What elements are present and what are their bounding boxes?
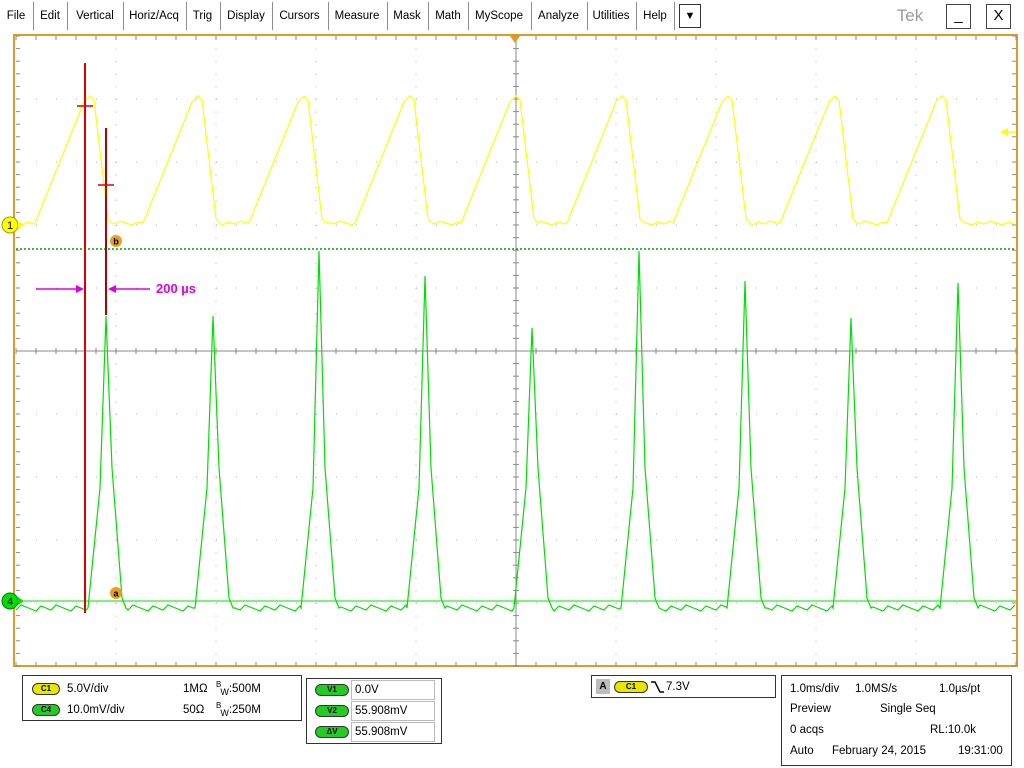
- menu-horiz-acq[interactable]: Horiz/Acq: [124, 0, 184, 33]
- c4-impedance: 50Ω: [183, 704, 205, 716]
- falling-edge-icon: [651, 681, 664, 693]
- run-mode: Single Seq: [880, 703, 936, 715]
- menu-math[interactable]: Math: [429, 0, 467, 33]
- menu-utilities[interactable]: Utilities: [588, 0, 634, 33]
- menu-help[interactable]: Help: [637, 0, 673, 33]
- trigger-panel[interactable]: A C1 7.3V: [591, 675, 776, 698]
- delta-v-badge: ΔV: [315, 726, 349, 738]
- menu-file[interactable]: File: [2, 0, 30, 33]
- menu-vertical[interactable]: Vertical: [68, 0, 122, 33]
- trigger-mode: Auto: [790, 745, 814, 757]
- menu-edit[interactable]: Edit: [34, 0, 66, 33]
- menu-bar: File Edit Vertical Horiz/Acq Trig Displa…: [0, 0, 1024, 33]
- time-resolution: 1.0µs/pt: [939, 683, 981, 695]
- c4-scale: 10.0mV/div: [67, 704, 125, 716]
- trigger-source-badge[interactable]: C1: [614, 681, 648, 693]
- delta-v-value: 55.908mV: [355, 726, 408, 738]
- trigger-level: 7.3V: [666, 681, 690, 693]
- c1-bw-sub: W: [220, 687, 229, 697]
- menu-mask[interactable]: Mask: [388, 0, 426, 33]
- menu-display[interactable]: Display: [221, 0, 271, 33]
- time-per-div: 1.0ms/div: [790, 683, 840, 695]
- date: February 24, 2015: [832, 745, 926, 757]
- c4-bandwidth: BW:250M: [216, 701, 261, 718]
- acquisition-count: 0 acqs: [790, 724, 824, 736]
- c1-bandwidth: BW:500M: [216, 680, 261, 697]
- v2-value: 55.908mV: [355, 705, 408, 717]
- c4-bw-sub: W: [220, 708, 229, 718]
- acquisition-panel[interactable]: 1.0ms/div 1.0MS/s 1.0µs/pt Preview Singl…: [781, 675, 1012, 766]
- trigger-mode-label: A: [596, 679, 610, 694]
- minimize-button[interactable]: _: [946, 4, 971, 29]
- menu-measure[interactable]: Measure: [329, 0, 385, 33]
- ch4-marker-label: 4: [7, 596, 13, 608]
- time: 19:31:00: [958, 745, 1003, 757]
- cursor-readout-panel[interactable]: V1 0.0V V2 55.908mV ΔV 55.908mV: [306, 678, 442, 744]
- c1-impedance: 1MΩ: [183, 683, 208, 695]
- acquisition-state: Preview: [790, 703, 831, 715]
- c1-badge[interactable]: C1: [32, 683, 60, 695]
- tek-logo: Tek: [896, 6, 924, 25]
- ch1-marker-label: 1: [7, 220, 13, 232]
- menu-cursors[interactable]: Cursors: [273, 0, 326, 33]
- v1-value: 0.0V: [355, 684, 379, 696]
- sample-rate: 1.0MS/s: [855, 683, 898, 695]
- menu-analyze[interactable]: Analyze: [532, 0, 585, 33]
- c4-badge[interactable]: C4: [32, 704, 60, 716]
- menu-myscope[interactable]: MyScope: [469, 0, 529, 33]
- c1-bw-value: :500M: [228, 683, 261, 695]
- close-button[interactable]: X: [986, 4, 1011, 29]
- c1-scale: 5.0V/div: [67, 683, 109, 695]
- v1-badge: V1: [315, 684, 349, 696]
- v2-badge: V2: [315, 705, 349, 717]
- channel-settings-panel[interactable]: C1 5.0V/div 1MΩ BW:500M C4 10.0mV/div 50…: [22, 675, 302, 721]
- delta-time-annotation: 200 µs: [156, 281, 196, 296]
- c4-bw-value: :250M: [228, 704, 261, 716]
- menu-separator: [674, 2, 675, 30]
- cursor-b-label: b: [113, 237, 119, 247]
- menu-more-dropdown[interactable]: ▼: [679, 4, 701, 28]
- record-length: RL:10.0k: [930, 724, 977, 736]
- waveform-display[interactable]: 200 µs b a 1 4: [0, 33, 1024, 673]
- menu-trig[interactable]: Trig: [187, 0, 218, 33]
